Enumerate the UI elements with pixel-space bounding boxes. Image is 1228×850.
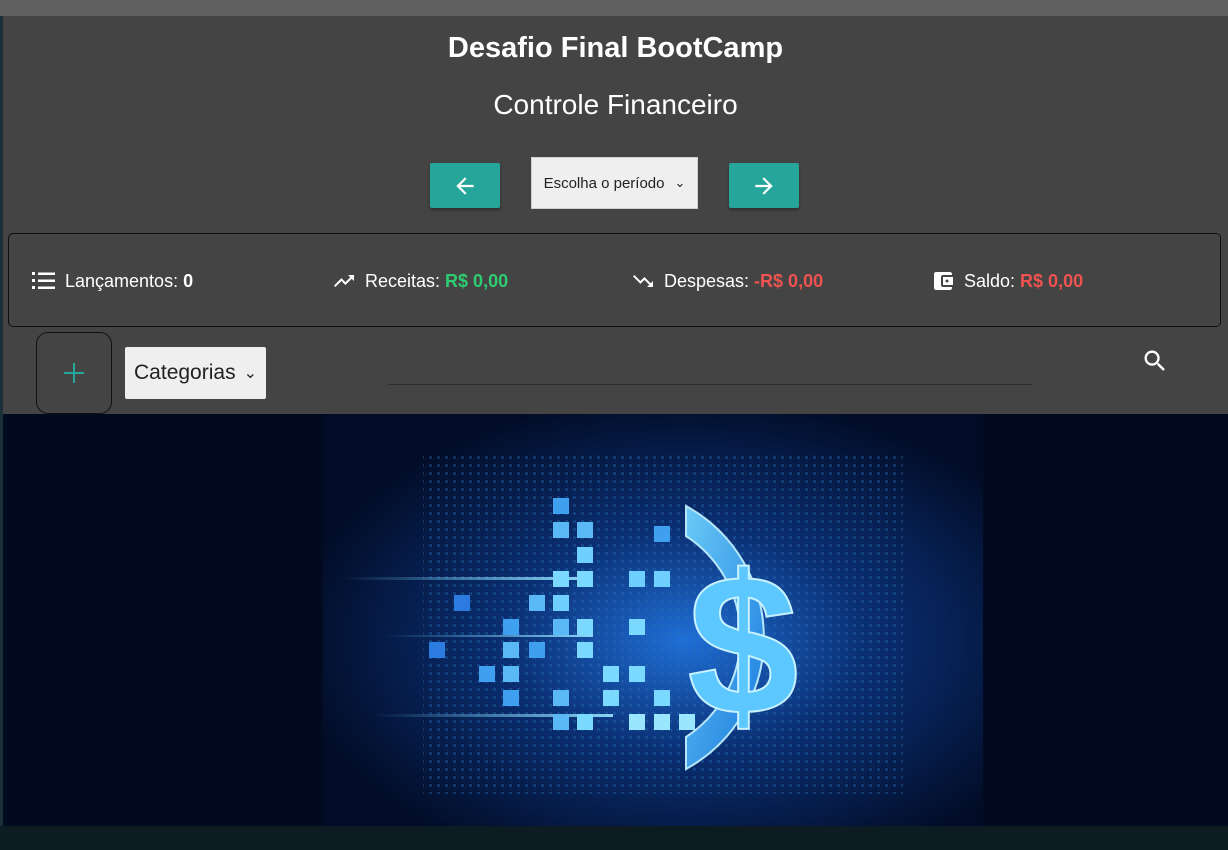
trending-up-icon	[334, 275, 354, 287]
list-icon	[32, 272, 55, 289]
chevron-down-icon: ⌄	[674, 175, 686, 190]
next-period-button[interactable]	[729, 163, 799, 208]
finance-hero-image: $	[3, 414, 1228, 826]
summary-expenses: Despesas: -R$ 0,00	[630, 267, 823, 295]
categories-label: Categorias	[134, 361, 236, 384]
expenses-label: Despesas:	[664, 270, 750, 291]
balance-label: Saldo:	[964, 270, 1016, 291]
window-bottom-strip	[0, 826, 1228, 850]
search-input[interactable]	[388, 384, 1032, 385]
summary-bar: Lançamentos: 0 Receitas: R$ 0,00 Despesa…	[8, 233, 1221, 327]
svg-text:$: $	[687, 534, 798, 757]
page-subtitle: Controle Financeiro	[493, 89, 738, 120]
window-top-strip	[0, 0, 1228, 16]
arrow-left-icon	[456, 176, 474, 195]
arrow-right-icon	[755, 176, 773, 195]
previous-period-button[interactable]	[430, 163, 500, 208]
plus-icon	[64, 363, 84, 383]
period-select-label: Escolha o período	[543, 174, 665, 192]
page-title: Desafio Final BootCamp	[447, 32, 784, 64]
entries-label: Lançamentos:	[65, 270, 179, 291]
summary-income: Receitas: R$ 0,00	[331, 267, 508, 295]
summary-entries: Lançamentos: 0	[31, 267, 193, 295]
expenses-value: -R$ 0,00	[754, 270, 824, 291]
search-button[interactable]	[1141, 347, 1169, 380]
wallet-icon	[934, 272, 953, 290]
add-entry-button[interactable]	[36, 332, 112, 414]
income-value: R$ 0,00	[445, 270, 509, 291]
categories-select[interactable]: Categorias ⌄	[125, 347, 266, 399]
main-panel: Desafio Final BootCamp Controle Financei…	[3, 16, 1228, 414]
entries-value: 0	[183, 270, 194, 291]
search-icon	[1144, 350, 1165, 371]
balance-value: R$ 0,00	[1020, 270, 1084, 291]
income-label: Receitas:	[365, 270, 441, 291]
period-select[interactable]: Escolha o período ⌄	[531, 157, 698, 209]
chevron-down-icon: ⌄	[243, 365, 257, 382]
summary-balance: Saldo: R$ 0,00	[930, 267, 1083, 295]
trending-down-icon	[633, 275, 653, 287]
